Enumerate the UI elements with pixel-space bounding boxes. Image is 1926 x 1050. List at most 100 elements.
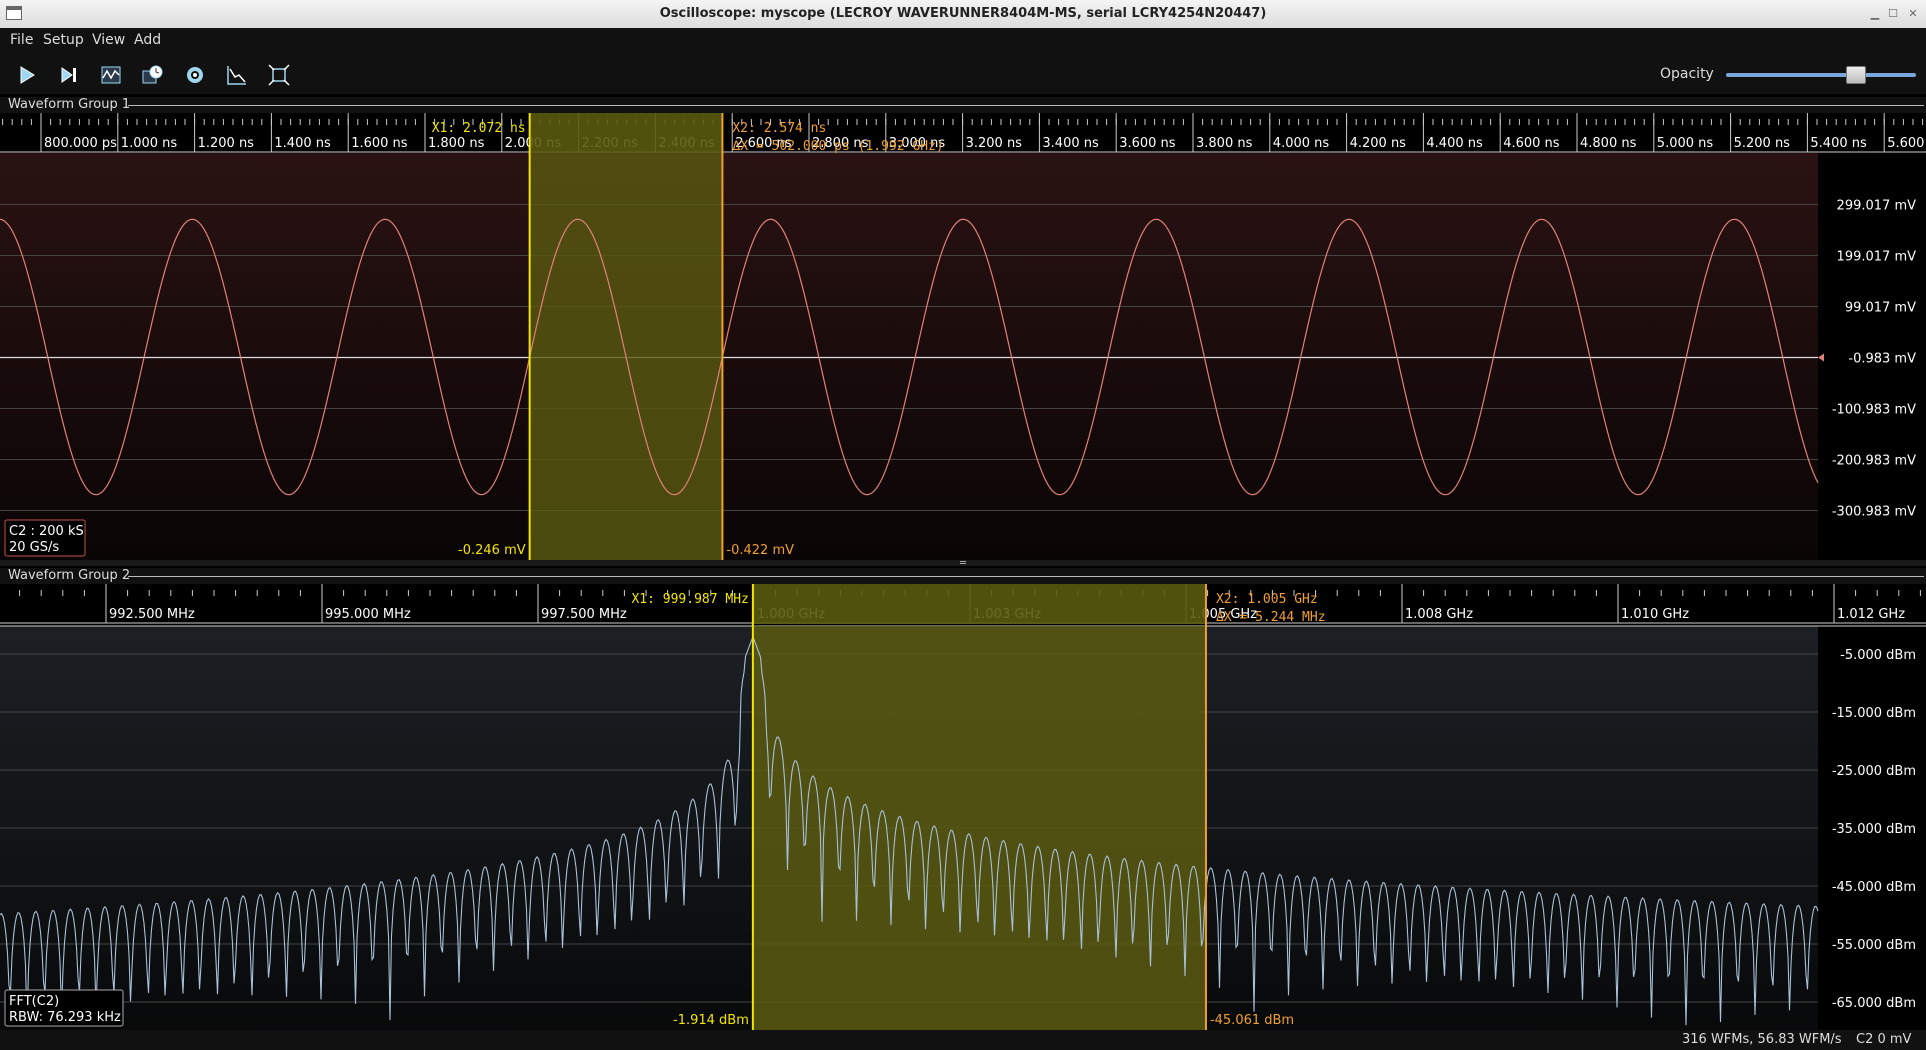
y-tick-label: 199.017 mV (1837, 250, 1917, 265)
minimize-icon[interactable]: ▁ (1868, 7, 1882, 21)
cursor-x2-label: X2: 1.005 GHz (1216, 592, 1318, 607)
ruler-tick-label: 4.400 ns (1426, 136, 1483, 151)
fft-channel-name: FFT(C2) (9, 994, 59, 1009)
waveform-group-2-header[interactable]: Waveform Group 2 (0, 568, 1926, 584)
cursor-x2-readout: -0.422 mV (726, 543, 794, 558)
group-divider (128, 105, 1924, 106)
ruler-tick-label: 4.200 ns (1350, 136, 1407, 151)
ruler-tick-label: 3.400 ns (1042, 136, 1099, 151)
y-tick-label: -15.000 dBm (1832, 706, 1916, 721)
y-tick-label: -200.983 mV (1832, 454, 1916, 469)
y-tick-label: 99.017 mV (1845, 301, 1916, 316)
y-tick-label: 299.017 mV (1837, 199, 1917, 214)
ruler-tick-label: 1.600 ns (351, 136, 408, 151)
channel-status: C2 0 mV (1856, 1032, 1912, 1047)
ruler-tick-label: 800.000 ps (44, 136, 117, 151)
cursor-region-ruler-fill (752, 584, 1206, 624)
plot1-grid (0, 153, 1824, 560)
y-tick-label: -25.000 dBm (1832, 764, 1916, 779)
fft-info-box[interactable]: FFT(C2) RBW: 76.293 kHz (4, 989, 124, 1027)
single-trigger-icon (61, 67, 76, 83)
channel-info-box[interactable]: C2 : 200 kS 20 GS/s (4, 519, 86, 557)
ruler-tick-label: 4.800 ns (1580, 136, 1637, 151)
ruler-tick-label: 3.200 ns (966, 136, 1023, 151)
plot2-cursor-region (752, 584, 1206, 1030)
history-button[interactable] (136, 60, 170, 90)
y-tick-label: -0.983 mV (1848, 352, 1916, 367)
waveform-group-1-title: Waveform Group 1 (8, 97, 131, 112)
cursor-x2-label: X2: 2.574 ns (732, 121, 826, 136)
ruler-tick-label: 3.600 ns (1119, 136, 1176, 151)
waveform-group-2-plot[interactable]: 992.500 MHz995.000 MHz997.500 MHz1.000 G… (0, 584, 1926, 1030)
opacity-slider-handle[interactable] (1846, 66, 1867, 84)
cursor-delta-label: ΔX = 5.244 MHz (1216, 610, 1326, 625)
waveform-group-1-header[interactable]: Waveform Group 1 (0, 97, 1926, 113)
cursor-x1-label: X1: 999.987 MHz (631, 592, 748, 607)
opacity-label: Opacity (1660, 66, 1714, 82)
cursor-x1-readout: -1.914 dBm (673, 1013, 749, 1028)
ruler-tick-label: 4.600 ns (1503, 136, 1560, 151)
time-axis-ruler[interactable]: 800.000 ps 1.000 ns 1.200 ns 1.400 ns 1.600 … (0, 113, 1926, 153)
fullscreen-button[interactable] (262, 60, 296, 90)
menu-view[interactable]: View (92, 32, 125, 48)
cursor-x2-readout: -45.061 dBm (1210, 1013, 1294, 1028)
maximize-icon[interactable]: ☐ (1886, 7, 1900, 21)
ruler-tick-label: 992.500 MHz (109, 607, 195, 622)
y-tick-label: -45.000 dBm (1832, 880, 1916, 895)
menu-add[interactable]: Add (134, 32, 161, 48)
waveform-group-1-plot[interactable]: 800.000 ps 1.000 ns 1.200 ns 1.400 ns 1.600 … (0, 113, 1926, 560)
ruler-tick-label: 995.000 MHz (325, 607, 411, 622)
menu-setup[interactable]: Setup (43, 32, 84, 48)
ruler-tick-label: 1.200 ns (198, 136, 255, 151)
y-tick-label: -300.983 mV (1832, 505, 1916, 520)
waveform-group-2-title: Waveform Group 2 (8, 568, 131, 583)
ruler-tick-label: 5.400 ns (1810, 136, 1867, 151)
fullscreen-icon (268, 64, 290, 86)
sample-rate: 20 GS/s (9, 540, 59, 555)
ruler-tick-label: 3.800 ns (1196, 136, 1253, 151)
y-tick-label: -55.000 dBm (1832, 938, 1916, 953)
plot1-cursor-region (529, 113, 723, 560)
history-icon (142, 65, 163, 84)
menu-file[interactable]: File (10, 32, 33, 48)
ruler-tick-label: 1.008 GHz (1405, 607, 1473, 622)
title-bar: Oscilloscope: myscope (LECROY WAVERUNNER… (0, 0, 1926, 29)
y-tick-label: -5.000 dBm (1840, 648, 1916, 663)
acquisition-rate: 316 WFMs, 56.83 WFM/s (1682, 1032, 1842, 1047)
ruler-tick-label: 5.200 ns (1734, 136, 1791, 151)
ruler-tick-label: 997.500 MHz (541, 607, 627, 622)
group-divider (128, 576, 1924, 577)
toolbar: Opacity (0, 52, 1926, 94)
ruler-tick-label: 1.012 GHz (1837, 607, 1905, 622)
ruler-tick-label: 1.800 ns (428, 136, 485, 151)
cursor-delta-label: ΔX = 502.000 ps (1.992 GHz) (732, 139, 943, 154)
fft-icon (227, 66, 246, 85)
y-tick-label: -100.983 mV (1832, 403, 1916, 418)
ruler-tick-label: 4.000 ns (1273, 136, 1330, 151)
opacity-slider[interactable] (1726, 73, 1916, 77)
cursor-region-fill (752, 626, 1206, 1030)
ruler-tick-label: 1.400 ns (274, 136, 331, 151)
cursor-region-ruler-fill (529, 113, 723, 153)
close-icon[interactable]: ✕ (1906, 7, 1920, 21)
window-title: Oscilloscope: myscope (LECROY WAVERUNNER… (659, 6, 1267, 21)
settings-button[interactable] (178, 60, 212, 90)
status-bar: 316 WFMs, 56.83 WFM/s C2 0 mV (0, 1030, 1926, 1050)
waveform-button[interactable] (94, 60, 128, 90)
ruler-tick-label: 5.600 ns (1887, 136, 1926, 151)
waveform-icon (101, 66, 121, 84)
start-trigger-icon (20, 66, 35, 84)
rbw-value: RBW: 76.293 kHz (9, 1010, 121, 1025)
cursor-x1-label: X1: 2.072 ns (432, 121, 526, 136)
plot1-area (0, 153, 1818, 560)
start-trigger-button[interactable] (10, 60, 44, 90)
ruler-tick-label: 1.010 GHz (1621, 607, 1689, 622)
y-tick-label: -35.000 dBm (1832, 822, 1916, 837)
splitter-handle[interactable] (0, 560, 1926, 566)
single-trigger-button[interactable] (52, 60, 86, 90)
channel-name: C2 : 200 kS (9, 524, 84, 539)
ruler-tick-label: 1.000 ns (121, 136, 178, 151)
fft-button[interactable] (220, 60, 254, 90)
ruler-tick-label: 5.000 ns (1657, 136, 1714, 151)
cursor-x1-readout: -0.246 mV (458, 543, 526, 558)
